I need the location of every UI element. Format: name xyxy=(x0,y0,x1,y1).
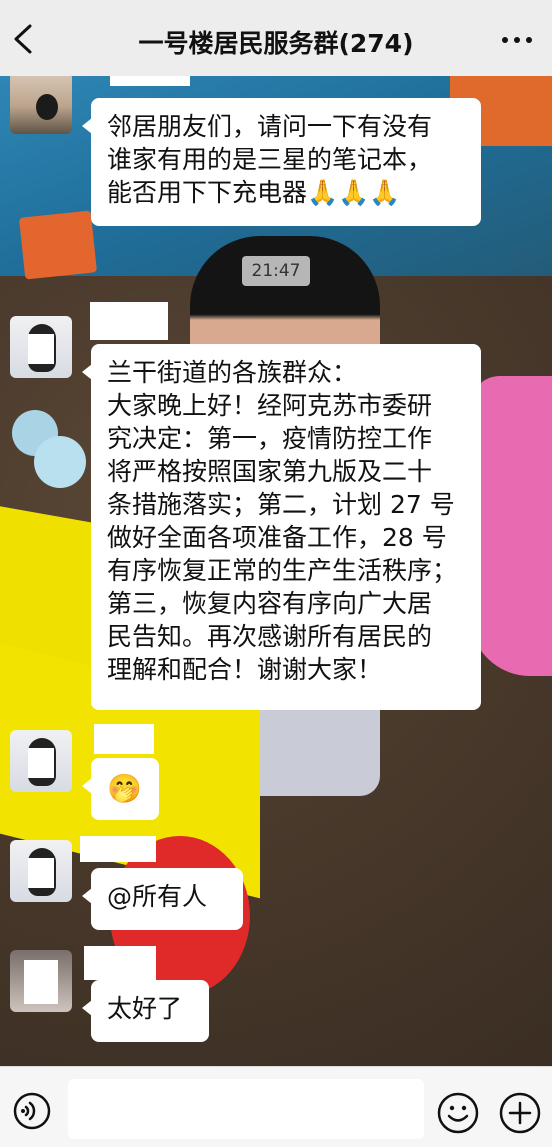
plus-icon[interactable] xyxy=(498,1091,542,1135)
avatar[interactable] xyxy=(10,730,72,792)
avatar[interactable] xyxy=(10,72,72,134)
message-input[interactable] xyxy=(68,1079,424,1139)
message-bubble[interactable]: 邻居朋友们，请问一下有没有 谁家有用的是三星的笔记本， 能否用下下充电器🙏🙏🙏 xyxy=(82,98,481,226)
message-line: 邻居朋友们，请问一下有没有 xyxy=(107,112,433,141)
voice-icon[interactable] xyxy=(12,1091,52,1131)
message-line: 第三，恢复内容有序向广大居 xyxy=(107,589,433,618)
message-bubble[interactable]: 🤭 xyxy=(82,758,159,820)
message-line: 大家晚上好！经阿克苏市委研 xyxy=(107,391,433,420)
emoji-smile-icon[interactable] xyxy=(436,1091,480,1135)
message-timestamp: 21:47 xyxy=(242,256,310,286)
chat-title: 一号楼居民服务群(274) xyxy=(138,29,414,58)
more-dots-icon[interactable] xyxy=(500,30,534,50)
message-line: 有序恢复正常的生产生活秩序； xyxy=(107,556,458,585)
sender-name-redacted xyxy=(94,724,154,754)
message-text: 太好了 xyxy=(107,994,183,1023)
sender-name-redacted xyxy=(90,302,168,340)
message-line: 谁家有用的是三星的笔记本， xyxy=(107,145,433,174)
message-line: 理解和配合！谢谢大家！ xyxy=(107,655,383,684)
input-bar xyxy=(0,1066,552,1147)
avatar[interactable] xyxy=(10,316,72,378)
message-line: 兰干街道的各族群众： xyxy=(107,358,358,387)
message-line: 民告知。再次感谢所有居民的 xyxy=(107,622,433,651)
message-text: @所有人 xyxy=(107,882,208,911)
message-line: 究决定：第一，疫情防控工作 xyxy=(107,424,433,453)
avatar[interactable] xyxy=(10,950,72,1012)
message-line: 将严格按照国家第九版及二十 xyxy=(107,457,433,486)
sender-name-redacted xyxy=(80,836,156,862)
hand-over-mouth-emoji: 🤭 xyxy=(107,772,142,805)
message-bubble[interactable]: 兰干街道的各族群众： 大家晚上好！经阿克苏市委研 究决定：第一，疫情防控工作 将… xyxy=(82,344,481,710)
message-line: 做好全面各项准备工作，28 号 xyxy=(107,523,447,552)
message-bubble[interactable]: 太好了 xyxy=(82,980,209,1042)
message-line: 条措施落实；第二，计划 27 号 xyxy=(107,490,455,519)
chevron-left-icon[interactable] xyxy=(10,22,38,56)
message-bubble[interactable]: @所有人 xyxy=(82,868,243,930)
avatar[interactable] xyxy=(10,840,72,902)
chat-header: 一号楼居民服务群(274) xyxy=(0,0,552,76)
message-line: 能否用下下充电器 xyxy=(107,178,308,207)
sender-name-redacted xyxy=(84,946,156,980)
pray-emoji: 🙏🙏🙏 xyxy=(307,178,401,207)
